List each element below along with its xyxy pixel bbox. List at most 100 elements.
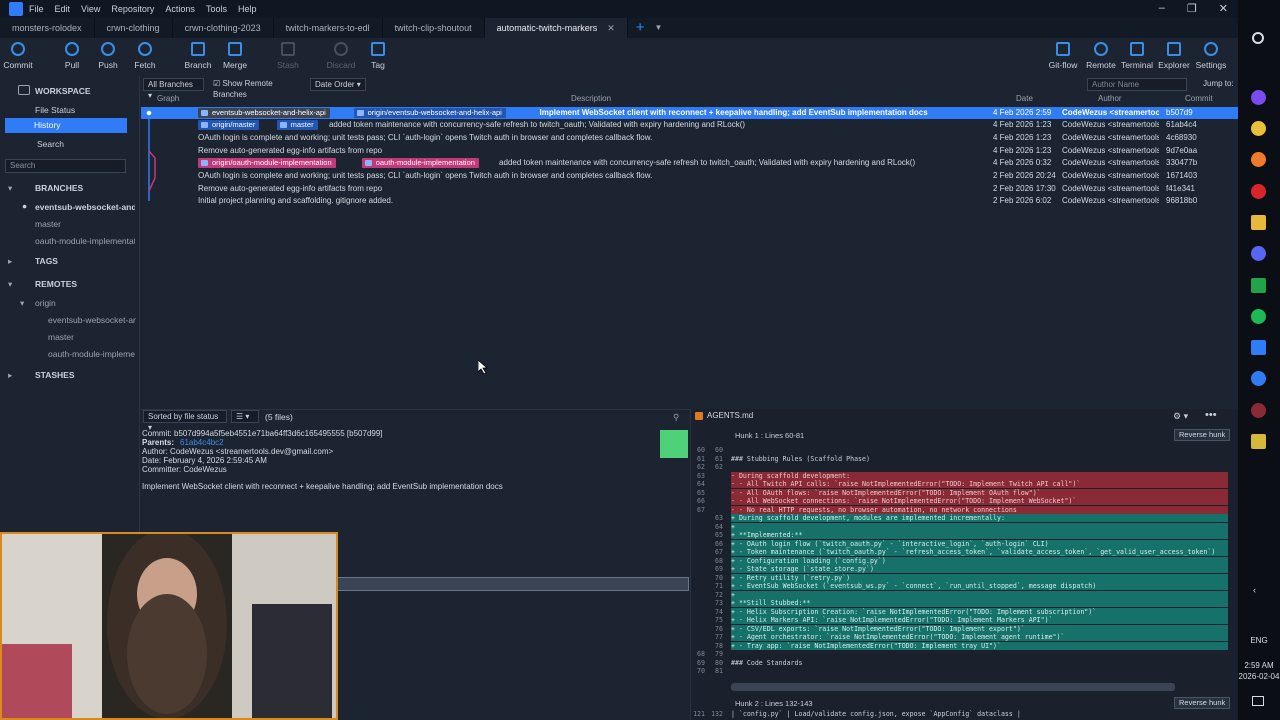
menu-repository[interactable]: Repository (111, 4, 154, 14)
tab-twitch-markers-to-edl[interactable]: twitch-markers-to-edl (274, 18, 383, 38)
chevron-down-icon[interactable]: ▾ (20, 298, 24, 309)
menu-edit[interactable]: Edit (55, 4, 71, 14)
branch-badge[interactable]: origin/eventsub-websocket-and-helix-api (353, 107, 506, 118)
stashes-header[interactable]: STASHES (35, 370, 75, 380)
sidebar-item-history[interactable]: History (5, 118, 127, 133)
column-graph[interactable]: Graph (157, 94, 179, 103)
tags-header[interactable]: TAGS (35, 256, 58, 266)
commit-row[interactable]: origin/oauth-module-implementation oauth-… (141, 157, 1238, 170)
git-flow-button[interactable]: Git-flow (1043, 42, 1083, 70)
app-icon[interactable] (1251, 434, 1266, 449)
azure-icon[interactable] (1251, 340, 1266, 355)
restore-icon[interactable]: ❐ (1187, 2, 1197, 15)
merge-button[interactable]: Merge (215, 42, 255, 70)
branches-dropdown[interactable]: All Branches ▾ (143, 78, 204, 100)
discord-icon[interactable] (1251, 246, 1266, 261)
remote-origin[interactable]: origin (35, 298, 56, 308)
selected-file-row[interactable] (336, 577, 689, 591)
branch-button[interactable]: Branch (178, 42, 218, 70)
order-dropdown[interactable]: Date Order ▾ (310, 78, 366, 91)
fetch-button[interactable]: Fetch (125, 42, 165, 70)
tab-monsters-rolodex[interactable]: monsters-rolodex (0, 18, 95, 38)
more-options-icon[interactable]: ••• (1205, 409, 1217, 421)
notification-icon[interactable] (1252, 696, 1264, 706)
search-icon[interactable] (1252, 32, 1264, 44)
parent-commit-link[interactable]: 61ab4c4bc2 (180, 438, 224, 447)
tab-crwn-clothing-2023[interactable]: crwn-clothing-2023 (173, 18, 274, 38)
remote-button[interactable]: Remote (1081, 42, 1121, 70)
new-tab-icon[interactable]: + (636, 18, 645, 38)
menu-file[interactable]: File (29, 4, 44, 14)
sheets-icon[interactable] (1251, 278, 1266, 293)
language-indicator[interactable]: ENG (1238, 636, 1280, 645)
commit-row[interactable]: Initial project planning and scaffolding… (141, 195, 1238, 208)
column-description[interactable]: Description (571, 94, 611, 103)
search-icon[interactable]: ⚲ (673, 412, 679, 423)
sidebar-branch-oauth[interactable]: oauth-module-implementat (35, 236, 135, 246)
sidebar-item-search[interactable]: Search (37, 139, 64, 149)
sidebar-branch-current[interactable]: eventsub-websocket-and-... (35, 202, 135, 212)
column-date[interactable]: Date (1016, 94, 1033, 103)
diff-settings-gear-icon[interactable]: ⚙ ▾ (1173, 411, 1188, 422)
tag-button[interactable]: Tag (358, 42, 398, 70)
column-author[interactable]: Author (1098, 94, 1122, 103)
reverse-hunk-2-button[interactable]: Reverse hunk (1174, 697, 1231, 709)
branch-badge[interactable]: eventsub-websocket-and-helix-api (198, 107, 330, 118)
sidebar-search-input[interactable]: Search (5, 159, 126, 173)
firefox-icon[interactable] (1251, 152, 1266, 167)
branch-badge[interactable]: origin/master (198, 120, 260, 131)
clock-time[interactable]: 2:59 AM (1238, 661, 1280, 670)
terminal-button[interactable]: Terminal (1117, 42, 1157, 70)
menu-view[interactable]: View (81, 4, 100, 14)
menu-help[interactable]: Help (238, 4, 257, 14)
remote-branch-oauth[interactable]: oauth-module-impleme (48, 349, 136, 359)
discard-button[interactable]: Discard (321, 42, 361, 70)
remote-branch-master[interactable]: master (48, 332, 74, 342)
commit-row[interactable]: OAuth login is complete and working; uni… (141, 132, 1238, 145)
sort-files-dropdown[interactable]: Sorted by file status ▾ (143, 410, 227, 432)
view-mode-dropdown[interactable]: ☰ ▾ (231, 410, 259, 423)
stash-button[interactable]: Stash (268, 42, 308, 70)
commit-row[interactable]: origin/master master added token maintenan… (141, 119, 1238, 132)
commit-row[interactable]: eventsub-websocket-and-helix-api origin/e… (141, 106, 1238, 120)
obs-icon[interactable] (1251, 403, 1266, 418)
reverse-hunk-1-button[interactable]: Reverse hunk (1174, 429, 1231, 441)
show-remote-checkbox[interactable]: ☑ Show Remote Branches (209, 78, 305, 99)
spotify-icon[interactable] (1251, 309, 1266, 324)
tab-twitch-clip-shoutout[interactable]: twitch-clip-shoutout (383, 18, 485, 38)
branches-header[interactable]: BRANCHES (35, 183, 83, 193)
branch-badge[interactable]: origin/oauth-module-implementation (198, 158, 336, 169)
tab-crwn-clothing[interactable]: crwn-clothing (95, 18, 173, 38)
chevron-down-icon[interactable]: ▾ (8, 279, 12, 290)
commit-row[interactable]: OAuth login is complete and working; uni… (141, 170, 1238, 183)
branch-badge[interactable]: oauth-module-implementation (361, 158, 479, 169)
tab-automatic-twitch-markers[interactable]: automatic-twitch-markers ✕ (484, 18, 628, 38)
explorer-button[interactable]: Explorer (1154, 42, 1194, 70)
menu-tools[interactable]: Tools (206, 4, 227, 14)
sidebar-item-file-status[interactable]: File Status (35, 105, 75, 115)
branch-badge[interactable]: master (276, 120, 318, 131)
app-icon[interactable] (1251, 90, 1266, 105)
tab-dropdown-icon[interactable]: ▼ (655, 18, 663, 38)
pull-button[interactable]: Pull (52, 42, 92, 70)
folder-icon[interactable] (1251, 215, 1266, 230)
sourcetree-icon[interactable] (1251, 371, 1266, 386)
sidebar-branch-master[interactable]: master (35, 219, 61, 229)
chevron-up-icon[interactable]: ‹ (1253, 585, 1256, 595)
column-commit[interactable]: Commit (1185, 94, 1213, 103)
commit-row[interactable]: Remove auto-generated egg-info artifacts… (141, 145, 1238, 158)
remotes-header[interactable]: REMOTES (35, 279, 77, 289)
close-tab-icon[interactable]: ✕ (607, 23, 615, 34)
clock-date[interactable]: 2026-02-04 (1238, 672, 1280, 681)
chevron-down-icon[interactable]: ▾ (8, 183, 12, 194)
chevron-right-icon[interactable]: ▸ (8, 370, 12, 381)
minimize-icon[interactable]: – (1159, 2, 1165, 15)
opera-icon[interactable] (1251, 184, 1266, 199)
remote-branch-eventsub[interactable]: eventsub-websocket-an (48, 315, 136, 325)
commit-button[interactable]: Commit (0, 42, 38, 70)
settings-button[interactable]: Settings (1191, 42, 1231, 70)
push-button[interactable]: Push (88, 42, 128, 70)
horizontal-scrollbar[interactable] (731, 683, 1175, 691)
close-window-icon[interactable]: ✕ (1219, 2, 1228, 15)
chrome-icon[interactable] (1251, 121, 1266, 136)
